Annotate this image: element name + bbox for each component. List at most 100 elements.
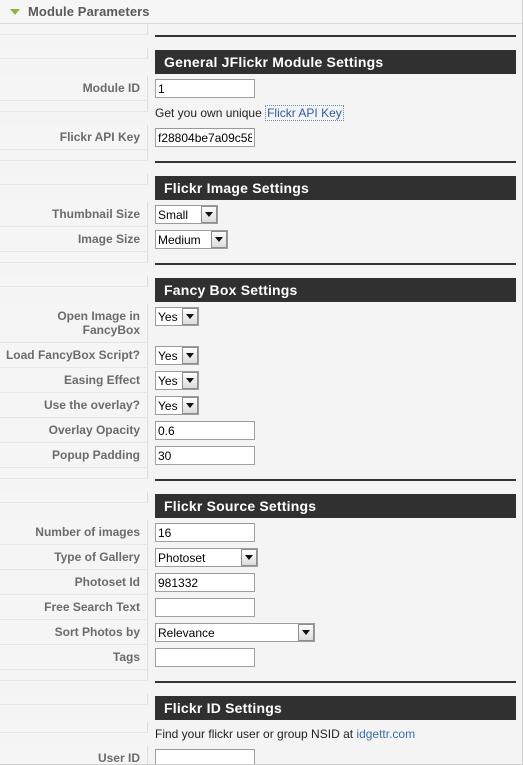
form-row: Open Image in FancyBox YesNo	[0, 304, 522, 343]
form-row	[0, 468, 522, 492]
select-easing-effect[interactable]: YesNo	[155, 371, 199, 390]
select-open-image-in-fancybox[interactable]: YesNo	[155, 307, 199, 326]
field-control-cell: Flickr Source Settings	[148, 492, 522, 520]
label-number-of-images: Number of images	[0, 520, 148, 545]
field-control-cell	[148, 645, 522, 669]
input-popup-padding[interactable]	[155, 446, 255, 465]
label-thumbnail-size: Thumbnail Size	[0, 202, 148, 227]
field-control-cell: General JFlickr Module Settings	[148, 48, 522, 76]
form-row: User ID	[0, 746, 522, 764]
input-overlay-opacity[interactable]	[155, 421, 255, 440]
field-control-cell: YesNo	[148, 368, 522, 392]
label-sort-photos-by: Sort Photos by	[0, 620, 148, 645]
section-divider-rule	[155, 35, 516, 37]
input-tags[interactable]	[155, 648, 255, 667]
select-image-size[interactable]: SquareThumbnailSmallMediumLargeOriginal	[155, 230, 228, 249]
field-control-cell: YesNo	[148, 304, 522, 328]
section-spacer-label	[0, 468, 148, 479]
field-control-cell	[148, 24, 522, 48]
label-type-of-gallery: Type of Gallery	[0, 545, 148, 570]
input-flickr-api-key[interactable]	[155, 128, 255, 147]
input-photoset-id[interactable]	[155, 573, 255, 592]
page-title: Module Parameters	[28, 4, 150, 19]
select-wrapper: YesNo	[152, 370, 199, 390]
label-free-search-text: Free Search Text	[0, 595, 148, 620]
section-header-source: Flickr Source Settings	[155, 494, 516, 518]
form-row: Fancy Box Settings	[0, 276, 522, 304]
section-divider-rule	[155, 263, 516, 265]
parameters-form: General JFlickr Module Settings Module ID…	[0, 24, 522, 764]
flickr-api-key-link[interactable]: Flickr API Key	[265, 105, 344, 121]
form-row: Tags	[0, 645, 522, 670]
idgettr-link[interactable]: idgettr.com	[356, 727, 415, 741]
label-tags: Tags	[0, 645, 148, 670]
form-row: Module ID	[0, 76, 522, 101]
form-row: Get you own unique Flickr API Key	[0, 101, 522, 125]
form-row: Overlay Opacity	[0, 418, 522, 443]
form-row: Flickr API Key	[0, 125, 522, 150]
module-parameters-panel: Module Parameters General JFlickr Module…	[0, 0, 523, 765]
field-control-cell	[148, 520, 522, 544]
label-use-the-overlay: Use the overlay?	[0, 393, 148, 418]
input-free-search-text[interactable]	[155, 598, 255, 617]
form-row	[0, 150, 522, 174]
note-label	[0, 722, 148, 733]
form-row	[0, 670, 522, 694]
section-divider-rule	[155, 479, 516, 481]
field-control-cell	[148, 746, 522, 764]
section-spacer-label	[0, 492, 148, 503]
select-wrapper: YesNo	[152, 395, 199, 415]
field-control-cell: YesNo	[148, 393, 522, 417]
field-control-cell: Get you own unique Flickr API Key	[148, 101, 522, 125]
field-control-cell	[148, 443, 522, 467]
note-prefix: Find your flickr user or group NSID at	[155, 727, 357, 741]
field-control-cell: SquareThumbnailSmallMediumLarge	[148, 202, 522, 226]
input-number-of-images[interactable]	[155, 523, 255, 542]
field-control-cell: PhotosetPhotostreamGroupSearchFavorites	[148, 545, 522, 569]
select-wrapper: SquareThumbnailSmallMediumLarge	[152, 204, 218, 224]
label-popup-padding: Popup Padding	[0, 443, 148, 468]
select-wrapper: SquareThumbnailSmallMediumLargeOriginal	[152, 229, 228, 249]
select-use-the-overlay-[interactable]: YesNo	[155, 396, 199, 415]
field-control-cell	[148, 125, 522, 149]
field-control-cell	[148, 252, 522, 276]
input-user-id[interactable]	[155, 749, 255, 764]
field-control-cell	[148, 418, 522, 442]
form-row: Thumbnail Size SquareThumbnailSmallMedium…	[0, 202, 522, 227]
section-spacer-label	[0, 252, 148, 263]
field-control-cell	[148, 670, 522, 694]
label-module-id: Module ID	[0, 76, 148, 101]
form-row	[0, 24, 522, 48]
select-type-of-gallery[interactable]: PhotosetPhotostreamGroupSearchFavorites	[155, 548, 258, 567]
select-wrapper: YesNo	[152, 345, 199, 365]
form-row: Type of Gallery PhotosetPhotostreamGroupS…	[0, 545, 522, 570]
input-module-id[interactable]	[155, 79, 255, 98]
section-divider-rule	[155, 161, 516, 163]
label-open-image-in-fancybox: Open Image in FancyBox	[0, 304, 148, 343]
select-sort-photos-by[interactable]: RelevanceDate PostedDate TakenInterestin…	[155, 623, 315, 642]
field-control-cell: Flickr ID Settings	[148, 694, 522, 722]
select-thumbnail-size[interactable]: SquareThumbnailSmallMediumLarge	[155, 205, 218, 224]
section-spacer-label	[0, 174, 148, 185]
form-row: Flickr ID Settings	[0, 694, 522, 722]
form-row: Popup Padding	[0, 443, 522, 468]
form-row: General JFlickr Module Settings	[0, 48, 522, 76]
field-control-cell: RelevanceDate PostedDate TakenInterestin…	[148, 620, 522, 644]
form-row	[0, 252, 522, 276]
form-row: Flickr Source Settings	[0, 492, 522, 520]
form-row: Easing Effect YesNo	[0, 368, 522, 393]
field-control-cell: Flickr Image Settings	[148, 174, 522, 202]
section-spacer-label	[0, 150, 148, 161]
label-image-size: Image Size	[0, 227, 148, 252]
select-load-fancybox-script-[interactable]: YesNo	[155, 346, 199, 365]
section-spacer-label	[0, 24, 148, 35]
field-control-cell: SquareThumbnailSmallMediumLargeOriginal	[148, 227, 522, 251]
field-control-cell: Find your flickr user or group NSID at i…	[148, 722, 522, 746]
panel-title-bar[interactable]: Module Parameters	[0, 0, 522, 24]
select-wrapper: PhotosetPhotostreamGroupSearchFavorites	[152, 547, 258, 567]
label-photoset-id: Photoset Id	[0, 570, 148, 595]
section-header-fancybox: Fancy Box Settings	[155, 278, 516, 302]
triangle-down-icon[interactable]	[10, 9, 20, 15]
field-control-cell	[148, 76, 522, 100]
section-divider-rule	[155, 681, 516, 683]
